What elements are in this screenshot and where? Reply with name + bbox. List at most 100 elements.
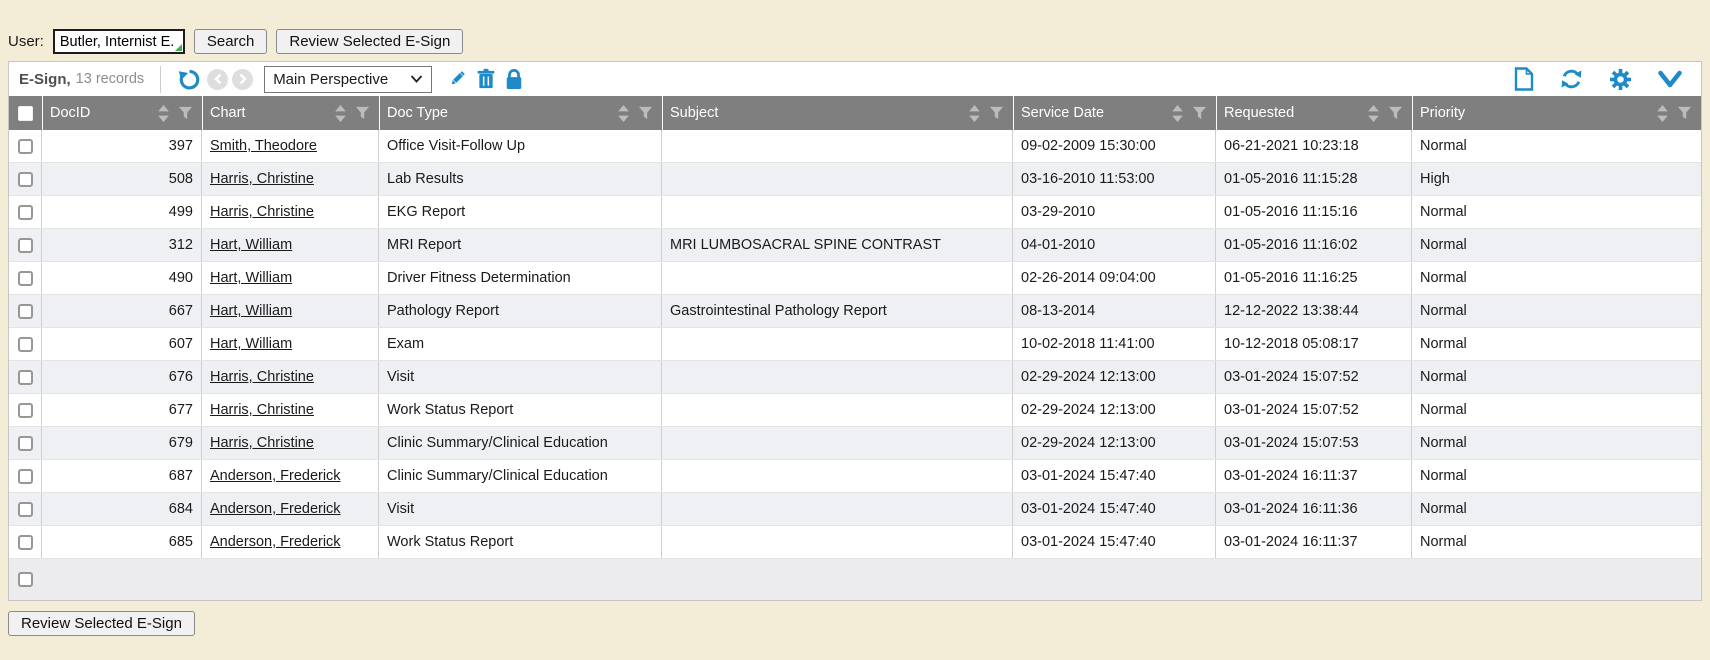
row-checkbox[interactable]: [18, 370, 33, 385]
row-checkbox[interactable]: [18, 436, 33, 451]
doctype-cell: Pathology Report: [379, 295, 662, 327]
perspective-select[interactable]: Main Perspective: [264, 66, 432, 93]
column-header-priority[interactable]: Priority: [1412, 96, 1701, 130]
table-row[interactable]: 312 Hart, William MRI Report MRI LUMBOSA…: [9, 229, 1701, 262]
search-button[interactable]: Search: [194, 29, 268, 54]
refresh-icon[interactable]: [1560, 68, 1583, 90]
chart-link[interactable]: Hart, William: [210, 336, 292, 352]
row-checkbox[interactable]: [18, 403, 33, 418]
row-checkbox[interactable]: [18, 502, 33, 517]
filter-icon[interactable]: [355, 106, 370, 120]
column-header-service-date[interactable]: Service Date: [1013, 96, 1216, 130]
filter-icon[interactable]: [1388, 106, 1403, 120]
column-header-docid[interactable]: DocID: [42, 96, 202, 130]
requested-cell: 01-05-2016 11:16:02: [1216, 229, 1412, 261]
table-row[interactable]: 667 Hart, William Pathology Report Gastr…: [9, 295, 1701, 328]
service-date-cell: 02-29-2024 12:13:00: [1013, 394, 1216, 426]
column-header-icons: [1657, 105, 1694, 122]
forward-icon[interactable]: [232, 69, 253, 90]
empty-footer-row: [9, 559, 1701, 600]
chart-link[interactable]: Harris, Christine: [210, 369, 314, 385]
check-chevron-icon[interactable]: [1658, 70, 1682, 88]
delete-trash-icon[interactable]: [476, 68, 496, 90]
sort-icon[interactable]: [1368, 105, 1379, 122]
requested-cell: 01-05-2016 11:16:25: [1216, 262, 1412, 294]
row-checkbox[interactable]: [18, 205, 33, 220]
column-label: Service Date: [1021, 105, 1104, 121]
sort-icon[interactable]: [1172, 105, 1183, 122]
back-icon[interactable]: [207, 69, 228, 90]
sort-icon[interactable]: [969, 105, 980, 122]
toolbar-right-icons: [1510, 67, 1701, 91]
chart-cell: Anderson, Frederick: [202, 460, 379, 492]
table-row[interactable]: 684 Anderson, Frederick Visit 03-01-2024…: [9, 493, 1701, 526]
undo-icon[interactable]: [178, 68, 201, 91]
filter-icon[interactable]: [989, 106, 1004, 120]
lock-icon[interactable]: [504, 68, 524, 90]
sort-icon[interactable]: [1657, 105, 1668, 122]
service-date-cell: 04-01-2010: [1013, 229, 1216, 261]
chart-link[interactable]: Smith, Theodore: [210, 138, 317, 154]
row-checkbox[interactable]: [18, 271, 33, 286]
table-row[interactable]: 397 Smith, Theodore Office Visit-Follow …: [9, 130, 1701, 163]
row-select-cell: [9, 196, 42, 228]
chart-link[interactable]: Harris, Christine: [210, 402, 314, 418]
review-selected-esign-button-bottom[interactable]: Review Selected E-Sign: [8, 611, 195, 636]
filter-icon[interactable]: [1192, 106, 1207, 120]
chart-link[interactable]: Hart, William: [210, 270, 292, 286]
table-row[interactable]: 508 Harris, Christine Lab Results 03-16-…: [9, 163, 1701, 196]
table-row[interactable]: 676 Harris, Christine Visit 02-29-2024 1…: [9, 361, 1701, 394]
requested-cell: 12-12-2022 13:38:44: [1216, 295, 1412, 327]
service-date-cell: 03-01-2024 15:47:40: [1013, 526, 1216, 558]
table-row[interactable]: 607 Hart, William Exam 10-02-2018 11:41:…: [9, 328, 1701, 361]
sort-icon[interactable]: [618, 105, 629, 122]
footer-row-checkbox[interactable]: [18, 572, 33, 587]
row-checkbox[interactable]: [18, 304, 33, 319]
record-count: 13 records: [76, 71, 145, 87]
chart-link[interactable]: Harris, Christine: [210, 204, 314, 220]
settings-gear-icon[interactable]: [1609, 68, 1632, 91]
select-all-checkbox[interactable]: [18, 106, 33, 121]
table-row[interactable]: 685 Anderson, Frederick Work Status Repo…: [9, 526, 1701, 559]
row-checkbox[interactable]: [18, 172, 33, 187]
chart-link[interactable]: Hart, William: [210, 303, 292, 319]
chart-link[interactable]: Harris, Christine: [210, 435, 314, 451]
priority-cell: Normal: [1412, 460, 1701, 492]
chart-link[interactable]: Anderson, Frederick: [210, 468, 341, 484]
chart-link[interactable]: Anderson, Frederick: [210, 501, 341, 517]
row-checkbox[interactable]: [18, 238, 33, 253]
requested-cell: 01-05-2016 11:15:16: [1216, 196, 1412, 228]
chart-link[interactable]: Hart, William: [210, 237, 292, 253]
filter-icon[interactable]: [638, 106, 653, 120]
row-checkbox[interactable]: [18, 337, 33, 352]
sort-icon[interactable]: [158, 105, 169, 122]
edit-pencil-icon[interactable]: [446, 68, 468, 90]
filter-icon[interactable]: [178, 106, 193, 120]
chart-link[interactable]: Anderson, Frederick: [210, 534, 341, 550]
docid-cell: 667: [42, 295, 202, 327]
user-input[interactable]: [53, 29, 185, 54]
chart-cell: Harris, Christine: [202, 196, 379, 228]
column-header-subject[interactable]: Subject: [662, 96, 1013, 130]
column-header-doc-type[interactable]: Doc Type: [379, 96, 662, 130]
column-header-requested[interactable]: Requested: [1216, 96, 1412, 130]
table-row[interactable]: 687 Anderson, Frederick Clinic Summary/C…: [9, 460, 1701, 493]
row-checkbox[interactable]: [18, 139, 33, 154]
table-row[interactable]: 499 Harris, Christine EKG Report 03-29-2…: [9, 196, 1701, 229]
filter-icon[interactable]: [1677, 106, 1692, 120]
table-row[interactable]: 490 Hart, William Driver Fitness Determi…: [9, 262, 1701, 295]
table-row[interactable]: 679 Harris, Christine Clinic Summary/Cli…: [9, 427, 1701, 460]
requested-cell: 03-01-2024 16:11:36: [1216, 493, 1412, 525]
new-document-icon[interactable]: [1514, 67, 1534, 91]
column-header-chart[interactable]: Chart: [202, 96, 379, 130]
row-checkbox[interactable]: [18, 469, 33, 484]
row-select-cell: [9, 526, 42, 558]
chart-link[interactable]: Harris, Christine: [210, 171, 314, 187]
review-selected-esign-button-top[interactable]: Review Selected E-Sign: [276, 29, 463, 54]
table-row[interactable]: 677 Harris, Christine Work Status Report…: [9, 394, 1701, 427]
sort-icon[interactable]: [335, 105, 346, 122]
row-select-cell: [9, 493, 42, 525]
docid-cell: 499: [42, 196, 202, 228]
service-date-cell: 03-01-2024 15:47:40: [1013, 460, 1216, 492]
row-checkbox[interactable]: [18, 535, 33, 550]
